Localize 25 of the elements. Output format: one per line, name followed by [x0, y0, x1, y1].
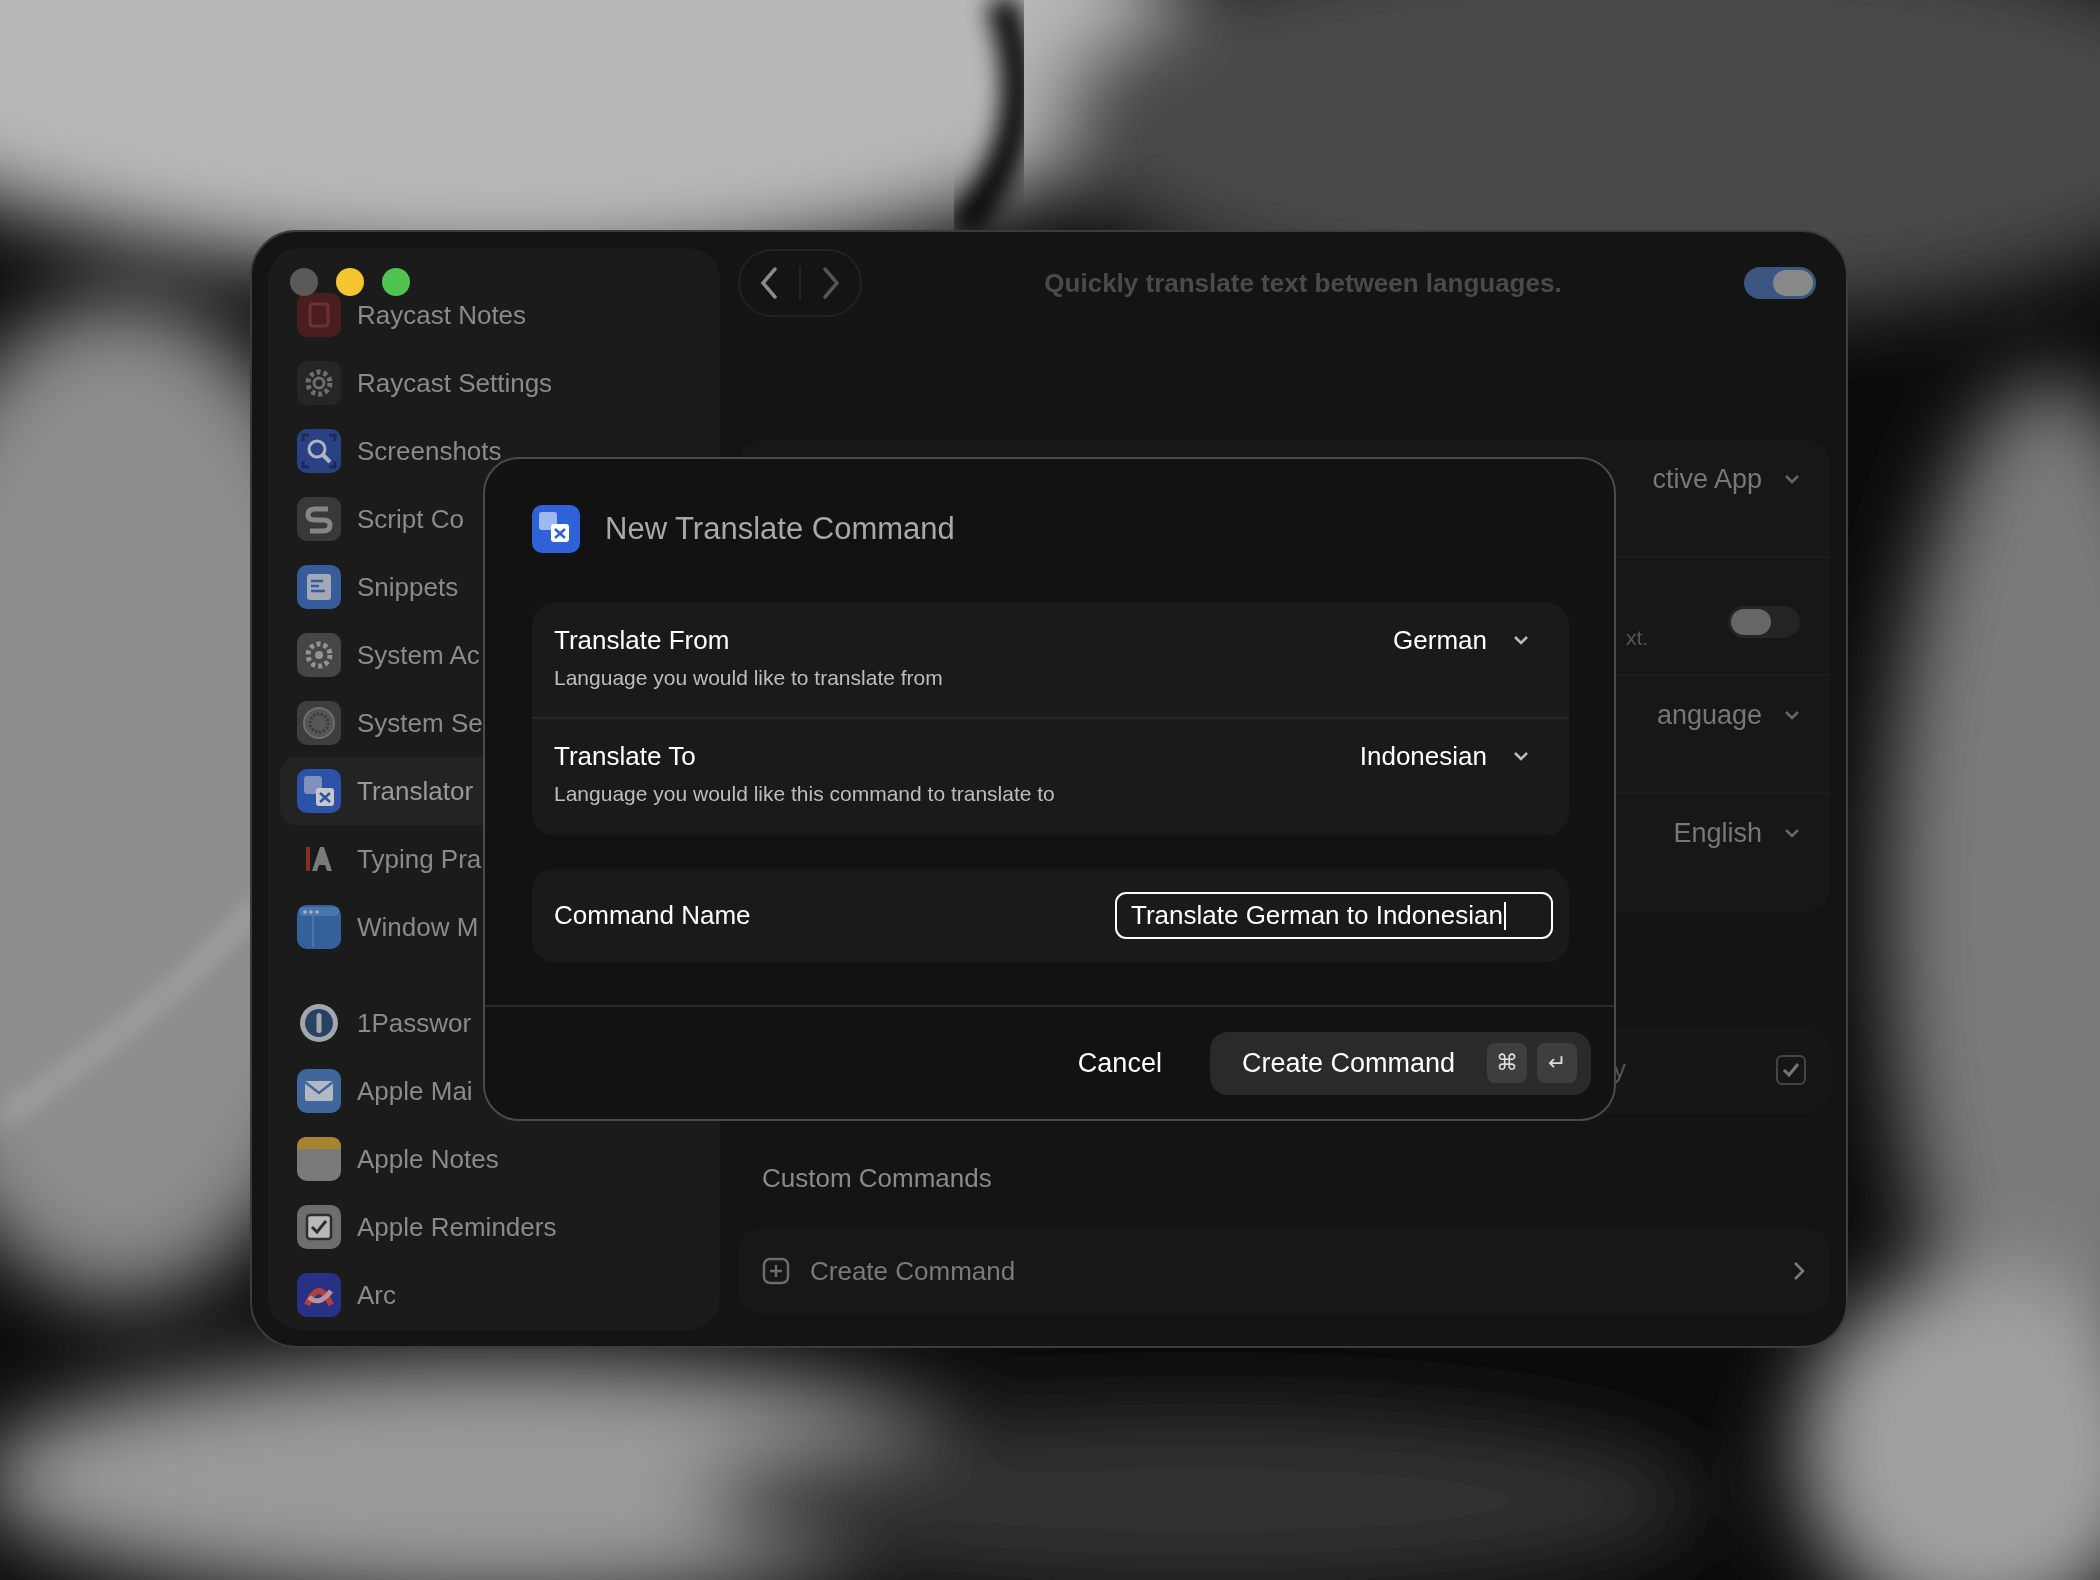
- sidebar-item-label: Screenshots: [357, 435, 502, 467]
- sidebar-item-label: Raycast Settings: [357, 367, 553, 399]
- field-description: Language you would like to translate from: [554, 666, 944, 690]
- sidebar-item-label: Apple Notes: [357, 1143, 499, 1175]
- sidebar-item-label: Apple Mai: [357, 1075, 473, 1107]
- sidebar-item-label: Snippets: [357, 571, 459, 603]
- sidebar-item-label: Apple Reminders: [357, 1211, 557, 1243]
- field-label: Translate To: [554, 741, 697, 772]
- sidebar-item-label: 1Passwor: [357, 1007, 472, 1039]
- field-label: Command Name: [554, 900, 752, 931]
- shortcut-key: ↵: [1537, 1043, 1577, 1083]
- sidebar-item-label: Translator: [357, 775, 474, 807]
- sidebar-item-label: Window M: [357, 911, 479, 943]
- setting-description: xt.: [1626, 626, 1650, 650]
- sidebar-item-label: System Se: [357, 707, 483, 739]
- dialog-title: New Translate Command: [605, 511, 955, 547]
- section-heading: Custom Commands: [762, 1163, 993, 1194]
- sidebar-item-label: Raycast Notes: [357, 299, 527, 331]
- sidebar-item-label: Arc: [357, 1279, 396, 1311]
- sidebar-item-label: Typing Pra: [357, 843, 482, 875]
- field-description: Language you would like this command to translate to: [554, 782, 1056, 806]
- sidebar-item-label: System Ac: [357, 639, 480, 671]
- sidebar-item-label: Script Co: [357, 503, 464, 535]
- field-label: Translate From: [554, 625, 731, 656]
- shortcut-key: ⌘: [1487, 1043, 1527, 1083]
